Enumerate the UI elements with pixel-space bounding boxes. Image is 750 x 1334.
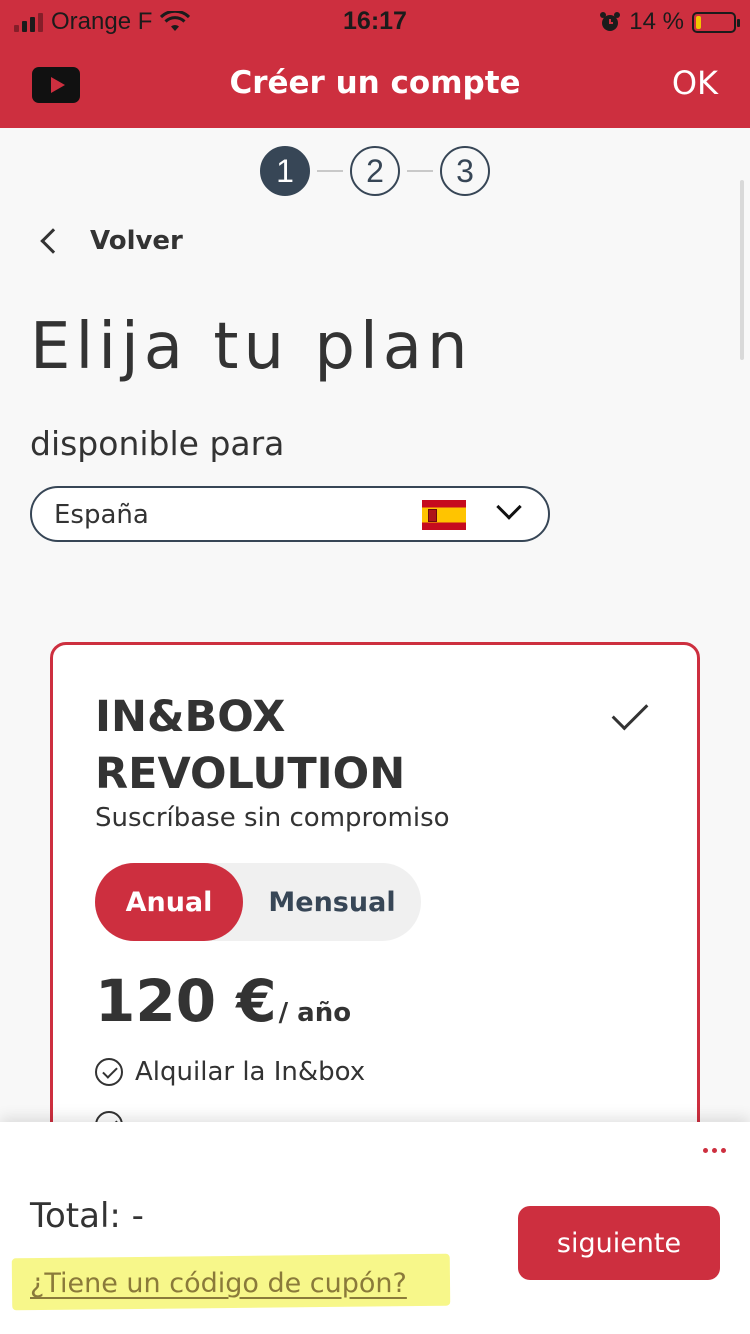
- country-value: España: [54, 500, 149, 530]
- plan-card[interactable]: IN&BOX REVOLUTION Suscríbase sin comprom…: [50, 642, 700, 1202]
- scrollbar[interactable]: [740, 180, 744, 360]
- page-title: Elija tu plan: [30, 310, 473, 384]
- spain-flag-icon: [422, 500, 466, 530]
- battery-icon: [692, 11, 740, 33]
- check-circle-icon: [95, 1058, 123, 1086]
- monthly-option[interactable]: Mensual: [243, 863, 421, 941]
- nav-title: Créer un compte: [229, 65, 521, 101]
- selected-check-icon: [611, 693, 649, 731]
- step-connector: [407, 170, 433, 172]
- annual-option[interactable]: Anual: [95, 863, 243, 941]
- step-2: 2: [350, 146, 400, 196]
- plan-price: 120 € / año: [95, 967, 351, 1035]
- status-right: 14 %: [599, 8, 740, 36]
- nav-bar: Créer un compte OK: [0, 40, 750, 128]
- billing-period-toggle: Anual Mensual: [95, 863, 421, 941]
- back-label: Volver: [90, 226, 183, 256]
- price-period: / año: [278, 998, 352, 1028]
- status-bar: Orange F 16:17 14 %: [0, 0, 750, 40]
- checkout-footer: Total: - ¿Tiene un código de cupón? sigu…: [0, 1122, 750, 1334]
- price-amount: 120 €: [95, 967, 277, 1035]
- plan-name: IN&BOX REVOLUTION: [95, 692, 406, 799]
- step-3: 3: [440, 146, 490, 196]
- more-options-icon[interactable]: [703, 1148, 726, 1153]
- step-1: 1: [260, 146, 310, 196]
- chevron-left-icon: [40, 228, 66, 254]
- step-indicator: 1 2 3: [0, 146, 750, 196]
- battery-fill: [696, 15, 701, 29]
- back-button[interactable]: Volver: [36, 226, 183, 256]
- feature-label: Alquilar la In&box: [135, 1057, 366, 1087]
- country-select[interactable]: España: [30, 486, 550, 542]
- next-button[interactable]: siguiente: [518, 1206, 720, 1280]
- step-connector: [317, 170, 343, 172]
- plan-subtitle: Suscríbase sin compromiso: [95, 803, 450, 833]
- coupon-link[interactable]: ¿Tiene un código de cupón?: [30, 1268, 407, 1299]
- ok-button[interactable]: OK: [672, 64, 718, 102]
- availability-label: disponible para: [30, 424, 285, 463]
- total-label: Total: -: [30, 1196, 144, 1236]
- feature-item: Alquilar la In&box: [95, 1057, 365, 1087]
- alarm-icon: [600, 12, 621, 31]
- chevron-down-icon: [496, 494, 522, 520]
- battery-percent: 14 %: [629, 8, 684, 35]
